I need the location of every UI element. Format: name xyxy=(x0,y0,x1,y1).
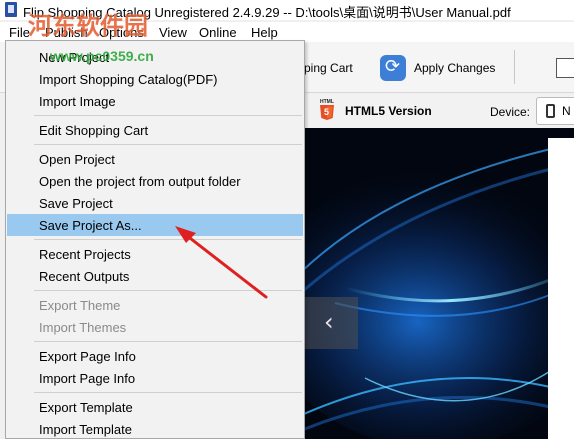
menu-item-import-image[interactable]: Import Image xyxy=(7,90,303,112)
menu-item-save-project-as[interactable]: Save Project As... xyxy=(7,214,303,236)
menu-separator xyxy=(34,392,302,393)
menu-separator xyxy=(34,239,302,240)
menu-item-import-template[interactable]: Import Template xyxy=(7,418,303,439)
menu-item-export-page-info[interactable]: Export Page Info xyxy=(7,345,303,367)
shopping-cart-button[interactable]: ping Cart xyxy=(304,61,353,75)
menu-item-label: Export Template xyxy=(39,400,133,415)
apply-changes-label: Apply Changes xyxy=(414,61,496,75)
device-value: N xyxy=(562,104,571,118)
menu-options[interactable]: Options xyxy=(96,24,147,41)
svg-text:5: 5 xyxy=(324,107,329,117)
menu-item-label: Recent Outputs xyxy=(39,269,130,284)
menu-item-export-template[interactable]: Export Template xyxy=(7,396,303,418)
menu-item-label: Import Shopping Catalog(PDF) xyxy=(39,72,218,87)
menu-item-label: Import Themes xyxy=(39,320,127,335)
menu-item-label: Export Theme xyxy=(39,298,121,313)
book-preview[interactable]: ‹ xyxy=(305,128,574,439)
html5-icon: HTML 5 xyxy=(320,99,334,120)
document-icon[interactable] xyxy=(556,58,574,78)
app-icon xyxy=(5,2,17,17)
menu-separator xyxy=(34,290,302,291)
menu-item-import-page-info[interactable]: Import Page Info xyxy=(7,367,303,389)
menu-online[interactable]: Online xyxy=(196,24,240,41)
device-select[interactable]: N xyxy=(536,97,574,125)
file-menu-dropdown: New Project Import Shopping Catalog(PDF)… xyxy=(5,40,305,439)
menu-bar: File Publish Options View Online Help xyxy=(0,22,574,42)
menu-item-label: New Project xyxy=(39,50,110,65)
menu-item-import-themes: Import Themes xyxy=(7,316,303,338)
menu-item-label: Import Page Info xyxy=(39,371,136,386)
menu-separator xyxy=(34,341,302,342)
menu-item-label: Export Page Info xyxy=(39,349,136,364)
svg-text:HTML: HTML xyxy=(320,99,334,105)
menu-item-label: Recent Projects xyxy=(39,247,131,262)
menu-item-recent-projects[interactable]: Recent Projects xyxy=(7,243,303,265)
preview-header: HTML 5 HTML5 Version Device: N xyxy=(305,94,574,128)
prev-page-button[interactable]: ‹ xyxy=(305,297,358,349)
refresh-icon xyxy=(380,55,406,81)
toolbar-divider xyxy=(514,50,515,84)
book-page xyxy=(548,138,574,439)
menu-item-label: Save Project xyxy=(39,196,113,211)
chevron-left-icon: ‹ xyxy=(324,308,334,336)
menu-item-label: Open Project xyxy=(39,152,115,167)
menu-file[interactable]: File xyxy=(6,24,33,41)
menu-item-export-theme: Export Theme xyxy=(7,294,303,316)
menu-item-label: Import Template xyxy=(39,422,132,437)
menu-separator xyxy=(34,144,302,145)
menu-view[interactable]: View xyxy=(156,24,190,41)
html5-version-label: HTML5 Version xyxy=(345,104,432,118)
menu-item-open-from-output[interactable]: Open the project from output folder xyxy=(7,170,303,192)
menu-item-label: Edit Shopping Cart xyxy=(39,123,149,138)
menu-item-label: Open the project from output folder xyxy=(39,174,241,189)
title-bar: Flip Shopping Catalog Unregistered 2.4.9… xyxy=(0,0,574,20)
menu-item-new-project[interactable]: New Project xyxy=(7,46,303,68)
menu-item-label: Save Project As... xyxy=(39,218,142,233)
phone-icon xyxy=(546,104,555,118)
menu-publish[interactable]: Publish xyxy=(42,24,91,41)
menu-item-open-project[interactable]: Open Project xyxy=(7,148,303,170)
menu-separator xyxy=(34,115,302,116)
menu-item-recent-outputs[interactable]: Recent Outputs xyxy=(7,265,303,287)
menu-help[interactable]: Help xyxy=(248,24,281,41)
menu-item-edit-shopping-cart[interactable]: Edit Shopping Cart xyxy=(7,119,303,141)
menu-item-save-project[interactable]: Save Project xyxy=(7,192,303,214)
menu-item-import-shopping-catalog[interactable]: Import Shopping Catalog(PDF) xyxy=(7,68,303,90)
device-label: Device: xyxy=(490,105,531,119)
menu-item-label: Import Image xyxy=(39,94,116,109)
window-title: Flip Shopping Catalog Unregistered 2.4.9… xyxy=(23,5,511,20)
preview-background xyxy=(305,128,574,439)
